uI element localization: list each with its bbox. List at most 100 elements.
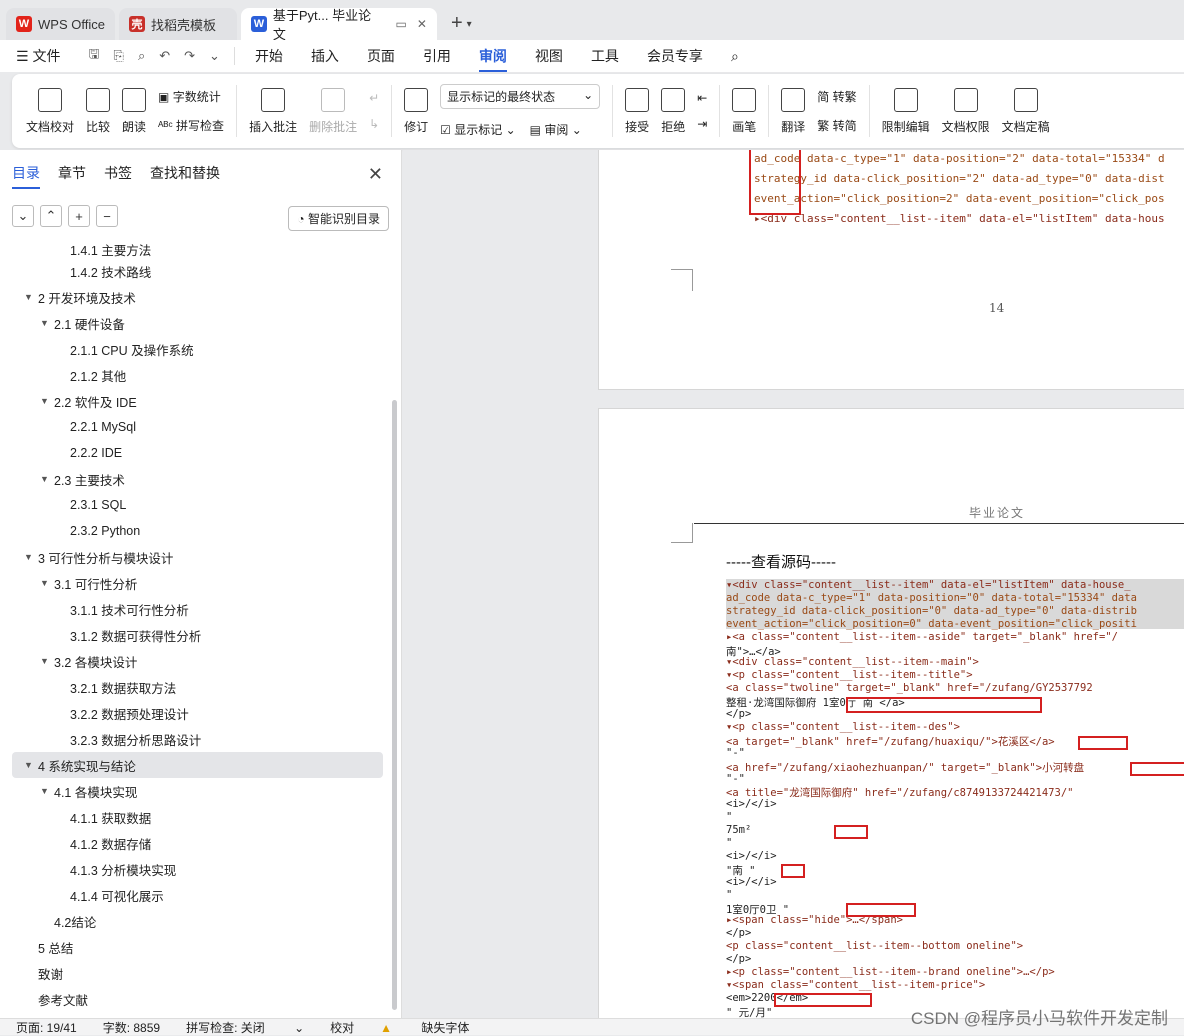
- remove-icon[interactable]: −: [96, 205, 118, 227]
- menu-file[interactable]: ☰ 文件: [16, 46, 60, 66]
- doc-permission-button[interactable]: 文档权限: [936, 87, 996, 135]
- restrict-edit-button[interactable]: 限制编辑: [876, 87, 936, 135]
- toc-item[interactable]: 2.1.2 其他: [0, 362, 395, 388]
- collapse-up-icon[interactable]: ⌃: [40, 205, 62, 227]
- reject-button[interactable]: 拒绝: [655, 87, 691, 135]
- tab-bookmarks[interactable]: 书签: [104, 163, 132, 183]
- doc-check-button[interactable]: 文档校对: [20, 87, 80, 135]
- menu-member[interactable]: 会员专享: [647, 46, 703, 66]
- expand-down-icon[interactable]: ⌄: [12, 205, 34, 227]
- markup-state-select[interactable]: 显示标记的最终状态 ⌄: [440, 84, 601, 109]
- menu-references[interactable]: 引用: [423, 46, 451, 66]
- prev-change-icon[interactable]: ⇤: [697, 91, 707, 105]
- expand-triangle-icon[interactable]: ▼: [24, 292, 38, 302]
- expand-triangle-icon[interactable]: ▼: [40, 318, 54, 328]
- menu-review[interactable]: 审阅: [478, 46, 507, 72]
- toc-item[interactable]: 1.4.1 主要方法: [0, 240, 395, 258]
- doc-finalize-button[interactable]: 文档定稿: [996, 87, 1056, 135]
- toc-item[interactable]: 5 总结: [0, 934, 395, 960]
- toc-item[interactable]: 致谢: [0, 960, 395, 986]
- toc-item[interactable]: ▼ 3 可行性分析与模块设计: [0, 544, 395, 570]
- word-count-button[interactable]: ▣ 字数统计: [158, 88, 224, 105]
- insert-comment-button[interactable]: 插入批注: [243, 87, 303, 135]
- toc-item[interactable]: 4.1.2 数据存储: [0, 830, 395, 856]
- undo-icon[interactable]: ↶: [159, 48, 170, 64]
- menu-home[interactable]: 开始: [255, 46, 283, 66]
- read-aloud-button[interactable]: 朗读: [116, 87, 152, 135]
- expand-triangle-icon[interactable]: ▼: [40, 396, 54, 406]
- toc-item[interactable]: 3.2.2 数据预处理设计: [0, 700, 395, 726]
- toc-item[interactable]: ▼ 2.2 软件及 IDE: [0, 388, 395, 414]
- toc-scrollbar[interactable]: [392, 400, 397, 1010]
- pen-button[interactable]: 画笔: [726, 87, 762, 135]
- tab-template[interactable]: 壳 找稻壳模板: [118, 8, 237, 40]
- show-markup-button[interactable]: ☑ 显示标记 ⌄: [440, 121, 516, 138]
- redo-icon[interactable]: ↷: [184, 48, 195, 64]
- add-icon[interactable]: +: [68, 205, 90, 227]
- prev-comment-icon[interactable]: ↵: [369, 91, 379, 105]
- next-change-icon[interactable]: ⇥: [697, 117, 707, 131]
- smart-toc-button[interactable]: ◔ 智能识别目录: [288, 206, 389, 231]
- next-comment-icon[interactable]: ↳: [369, 117, 379, 131]
- toc-item[interactable]: 2.2.2 IDE: [0, 440, 395, 466]
- menu-view[interactable]: 视图: [535, 46, 563, 66]
- spell-check-button[interactable]: ᴬᴮᶜ 拼写检查: [158, 117, 224, 134]
- review-pane-button[interactable]: ▤ 审阅 ⌄: [530, 121, 582, 138]
- accept-button[interactable]: 接受: [619, 87, 655, 135]
- delete-comment-button[interactable]: 删除批注: [303, 87, 363, 135]
- expand-triangle-icon[interactable]: ▼: [24, 760, 38, 770]
- toc-item[interactable]: ▼ 3.2 各模块设计: [0, 648, 395, 674]
- to-simplified-button[interactable]: 繁 转简: [817, 117, 856, 134]
- toc-item[interactable]: 参考文献: [0, 986, 395, 1012]
- spell-check-status[interactable]: 拼写检查: 关闭 ⌄: [186, 1019, 304, 1036]
- expand-triangle-icon[interactable]: ▼: [24, 552, 38, 562]
- toc-item[interactable]: 3.1.1 技术可行性分析: [0, 596, 395, 622]
- share-icon[interactable]: ⎘: [114, 48, 124, 64]
- tab-find-replace[interactable]: 查找和替换: [150, 163, 220, 183]
- print-preview-icon[interactable]: ⌕: [138, 48, 145, 64]
- toc-item[interactable]: 2.3.2 Python: [0, 518, 395, 544]
- close-icon[interactable]: ✕: [368, 164, 383, 185]
- tab-document[interactable]: W 基于Pyt... 毕业论文 ▭ ✕: [240, 8, 437, 42]
- toc-item[interactable]: ▼ 4.1 各模块实现: [0, 778, 395, 804]
- expand-triangle-icon[interactable]: ▼: [40, 786, 54, 796]
- tab-chapters[interactable]: 章节: [58, 163, 86, 183]
- toc-item[interactable]: 4.1.4 可视化展示: [0, 882, 395, 908]
- toc-item[interactable]: 4.2结论: [0, 908, 395, 934]
- font-missing-status[interactable]: ▲ 缺失字体: [380, 1019, 495, 1036]
- toc-item[interactable]: ▼ 3.1 可行性分析: [0, 570, 395, 596]
- compare-button[interactable]: 比较: [80, 87, 116, 135]
- translate-button[interactable]: 翻译: [775, 87, 811, 135]
- toc-item[interactable]: 4.1.3 分析模块实现: [0, 856, 395, 882]
- close-tab-icon[interactable]: ✕: [417, 17, 427, 31]
- toc-item[interactable]: 3.1.2 数据可获得性分析: [0, 622, 395, 648]
- quick-access-chevron-icon[interactable]: ⌄: [209, 48, 220, 64]
- toc-item[interactable]: ▼ 2.1 硬件设备: [0, 310, 395, 336]
- menu-tools[interactable]: 工具: [591, 46, 619, 66]
- expand-triangle-icon[interactable]: ▼: [40, 578, 54, 588]
- tab-list-chevron-icon[interactable]: ▾: [467, 19, 472, 30]
- page-indicator[interactable]: 页面: 19/41: [16, 1019, 77, 1036]
- toc-item[interactable]: 2.1.1 CPU 及操作系统: [0, 336, 395, 362]
- expand-triangle-icon[interactable]: ▼: [40, 474, 54, 484]
- toc-item[interactable]: 2.2.1 MySql: [0, 414, 395, 440]
- window-icon[interactable]: ▭: [396, 17, 407, 31]
- revise-button[interactable]: 修订: [398, 87, 434, 135]
- menu-page[interactable]: 页面: [367, 46, 395, 66]
- proof-status[interactable]: 校对: [330, 1019, 354, 1036]
- toc-item[interactable]: ▼ 2 开发环境及技术: [0, 284, 395, 310]
- toc-item[interactable]: 3.2.3 数据分析思路设计: [0, 726, 395, 752]
- to-traditional-button[interactable]: 简 转繁: [817, 88, 856, 105]
- toc-item[interactable]: ▼ 2.3 主要技术: [0, 466, 395, 492]
- search-icon[interactable]: ⌕: [731, 48, 739, 65]
- toc-item[interactable]: 3.2.1 数据获取方法: [0, 674, 395, 700]
- save-icon[interactable]: 🖫: [88, 45, 99, 67]
- word-count-status[interactable]: 字数: 8859: [103, 1019, 160, 1036]
- toc-item[interactable]: 2.3.1 SQL: [0, 492, 395, 518]
- toc-item[interactable]: ▼ 4 系统实现与结论: [12, 752, 383, 778]
- tab-wps-office[interactable]: W WPS Office: [6, 8, 115, 40]
- new-tab-button[interactable]: +: [451, 12, 463, 35]
- toc-item[interactable]: 4.1.1 获取数据: [0, 804, 395, 830]
- tab-toc[interactable]: 目录: [12, 163, 40, 189]
- menu-insert[interactable]: 插入: [311, 46, 339, 66]
